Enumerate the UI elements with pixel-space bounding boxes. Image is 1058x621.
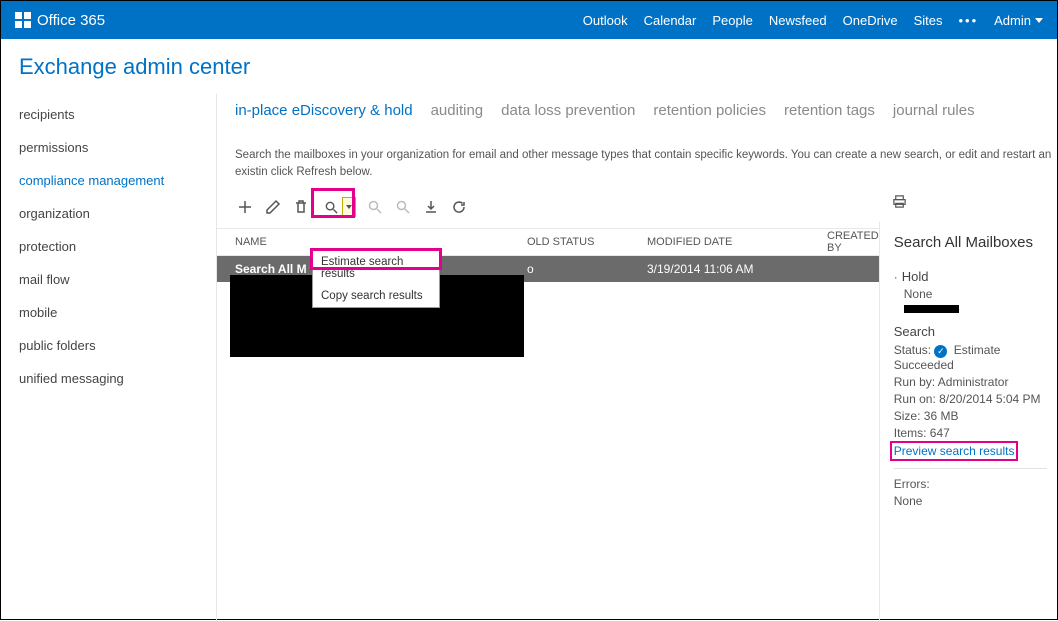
nav-admin-dropdown[interactable]: Admin: [994, 13, 1043, 28]
menu-estimate-results[interactable]: Estimate search results: [313, 251, 439, 285]
nav-admin-label: Admin: [994, 13, 1031, 28]
col-header-name[interactable]: NAME: [217, 236, 427, 248]
toolbar: [217, 192, 1057, 222]
runon-line: Run on: 8/20/2014 5:04 PM: [894, 392, 1047, 406]
search-play-icon: [395, 199, 411, 215]
errors-label: Errors:: [894, 477, 1047, 491]
sidebar-item-mobile[interactable]: mobile: [1, 296, 216, 329]
nav-outlook[interactable]: Outlook: [583, 13, 628, 28]
col-header-modified[interactable]: MODIFIED DATE: [647, 236, 827, 248]
tab-dlp[interactable]: data loss prevention: [501, 102, 635, 125]
office-waffle-icon: [15, 12, 31, 28]
sidebar-item-organization[interactable]: organization: [1, 197, 216, 230]
status-line: Status: ✓ Estimate Succeeded: [894, 343, 1047, 371]
tab-retention-tags[interactable]: retention tags: [784, 102, 875, 125]
tab-retention-policies[interactable]: retention policies: [653, 102, 766, 125]
sidebar-item-recipients[interactable]: recipients: [1, 98, 216, 131]
download-icon: [423, 199, 439, 215]
details-pane: Search All Mailboxes ·Hold None Search S…: [879, 222, 1057, 621]
plus-icon: [237, 199, 253, 215]
nav-onedrive[interactable]: OneDrive: [843, 13, 898, 28]
check-circle-icon: ✓: [934, 345, 947, 358]
nav-sites[interactable]: Sites: [914, 13, 943, 28]
size-line: Size: 36 MB: [894, 409, 1047, 423]
printer-icon: [892, 194, 907, 209]
nav-more-icon[interactable]: •••: [958, 13, 978, 28]
col-header-hold[interactable]: OLD STATUS: [527, 236, 647, 248]
left-nav: recipients permissions compliance manage…: [1, 94, 217, 621]
pencil-icon: [265, 199, 281, 215]
sidebar-item-publicfolders[interactable]: public folders: [1, 329, 216, 362]
nav-people[interactable]: People: [712, 13, 752, 28]
search-section-label: Search: [894, 324, 1047, 339]
items-line: Items: 647: [894, 426, 1047, 440]
refresh-icon: [451, 199, 467, 215]
export-button[interactable]: [421, 196, 441, 218]
feature-tabs: in-place eDiscovery & hold auditing data…: [217, 94, 1057, 125]
sidebar-item-protection[interactable]: protection: [1, 230, 216, 263]
tab-journal-rules[interactable]: journal rules: [893, 102, 975, 125]
hold-value: None: [894, 287, 1047, 301]
edit-button[interactable]: [263, 196, 283, 218]
tab-auditing[interactable]: auditing: [431, 102, 484, 125]
cell-modified: 3/19/2014 11:06 AM: [647, 262, 827, 276]
sidebar-item-permissions[interactable]: permissions: [1, 131, 216, 164]
col-header-createdby[interactable]: CREATED BY: [827, 230, 879, 254]
sidebar-item-compliance[interactable]: compliance management: [1, 164, 216, 197]
menu-copy-results[interactable]: Copy search results: [313, 285, 439, 307]
search-split-button[interactable]: [319, 196, 357, 218]
delete-button[interactable]: [291, 196, 311, 218]
cell-hold: o: [527, 262, 647, 276]
nav-newsfeed[interactable]: Newsfeed: [769, 13, 827, 28]
errors-value: None: [894, 494, 1047, 508]
refresh-button[interactable]: [449, 196, 469, 218]
sidebar-item-unifiedmessaging[interactable]: unified messaging: [1, 362, 216, 395]
runby-line: Run by: Administrator: [894, 375, 1047, 389]
brand-label: Office 365: [37, 12, 105, 29]
nav-calendar[interactable]: Calendar: [644, 13, 697, 28]
caret-down-icon: [346, 205, 352, 209]
content-area: in-place eDiscovery & hold auditing data…: [217, 94, 1057, 621]
search-dropdown-toggle[interactable]: [342, 197, 356, 217]
global-nav: Office 365 Outlook Calendar People Newsf…: [1, 1, 1057, 39]
caret-down-icon: [1035, 18, 1043, 23]
magnifier-icon: [320, 200, 342, 215]
office365-logo[interactable]: Office 365: [15, 12, 105, 29]
print-button[interactable]: [892, 194, 907, 212]
details-title: Search All Mailboxes: [894, 234, 1047, 251]
resume-search-button[interactable]: [393, 196, 413, 218]
trash-icon: [293, 199, 309, 215]
redacted-block: [904, 305, 959, 313]
new-button[interactable]: [235, 196, 255, 218]
search-drop352-menu: Estimate search results Copy search resu…: [312, 250, 440, 308]
preview-search-results-link[interactable]: Preview search results: [894, 444, 1015, 458]
stop-search-button[interactable]: [365, 196, 385, 218]
hold-section-label: Hold: [902, 269, 929, 284]
page-title: Exchange admin center: [1, 39, 1057, 94]
search-stop-icon: [367, 199, 383, 215]
tab-ediscovery[interactable]: in-place eDiscovery & hold: [235, 102, 413, 125]
page-description: Search the mailboxes in your organizatio…: [217, 125, 1057, 188]
sidebar-item-mailflow[interactable]: mail flow: [1, 263, 216, 296]
